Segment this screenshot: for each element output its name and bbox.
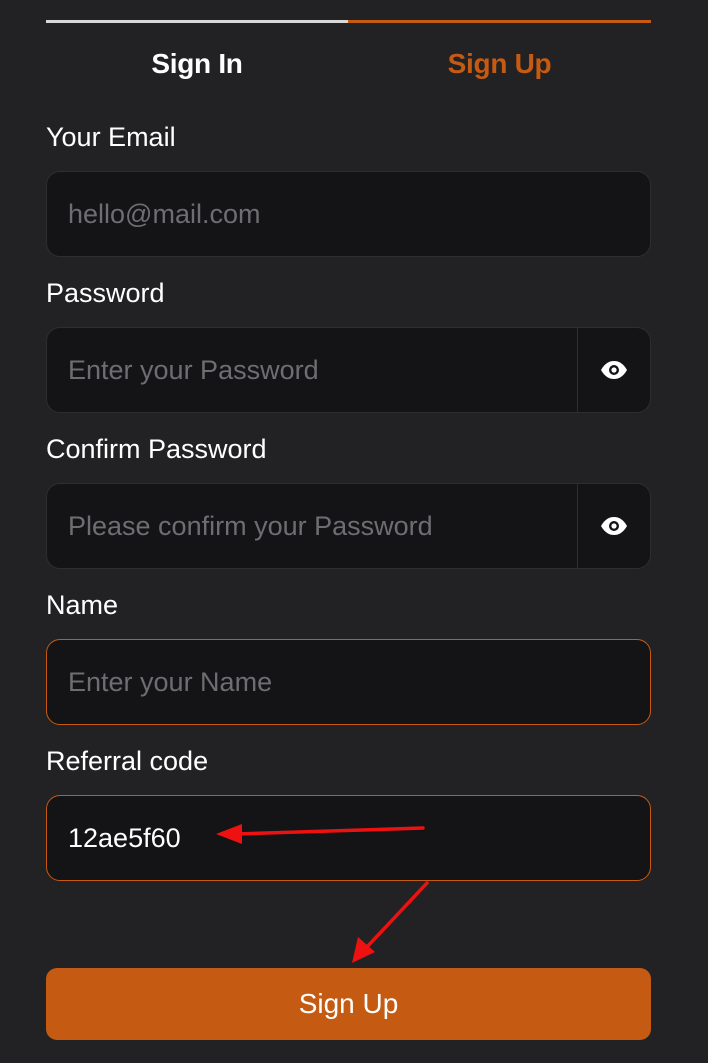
referral-code-label: Referral code — [46, 746, 209, 776]
password-label: Password — [46, 278, 165, 308]
confirm-password-field[interactable] — [47, 484, 578, 568]
confirm-password-label: Confirm Password — [46, 434, 267, 464]
password-field-wrapper — [46, 327, 651, 413]
email-field-wrapper — [46, 171, 651, 257]
tab-sign-up-indicator — [348, 20, 651, 23]
eye-icon — [601, 517, 627, 535]
password-field[interactable] — [47, 328, 578, 412]
name-label: Name — [46, 590, 119, 620]
confirm-password-visibility-toggle[interactable] — [577, 484, 650, 568]
tab-sign-in-label: Sign In — [151, 48, 243, 79]
email-label: Your Email — [46, 122, 176, 152]
email-field[interactable] — [47, 172, 650, 256]
name-field-wrapper — [46, 639, 651, 725]
sign-up-button[interactable]: Sign Up — [46, 968, 651, 1040]
referral-code-field-wrapper — [46, 795, 651, 881]
tab-sign-in[interactable]: Sign In — [46, 20, 348, 90]
name-field[interactable] — [47, 640, 650, 724]
tab-sign-up[interactable]: Sign Up — [348, 20, 651, 90]
referral-code-field[interactable] — [47, 796, 650, 880]
tab-sign-up-label: Sign Up — [447, 48, 552, 79]
eye-icon — [601, 361, 627, 379]
auth-tabs: Sign In Sign Up — [46, 20, 651, 90]
arrow-to-sign-up-button — [352, 881, 429, 963]
password-visibility-toggle[interactable] — [577, 328, 650, 412]
confirm-password-field-wrapper — [46, 483, 651, 569]
tab-sign-in-indicator — [46, 20, 348, 23]
